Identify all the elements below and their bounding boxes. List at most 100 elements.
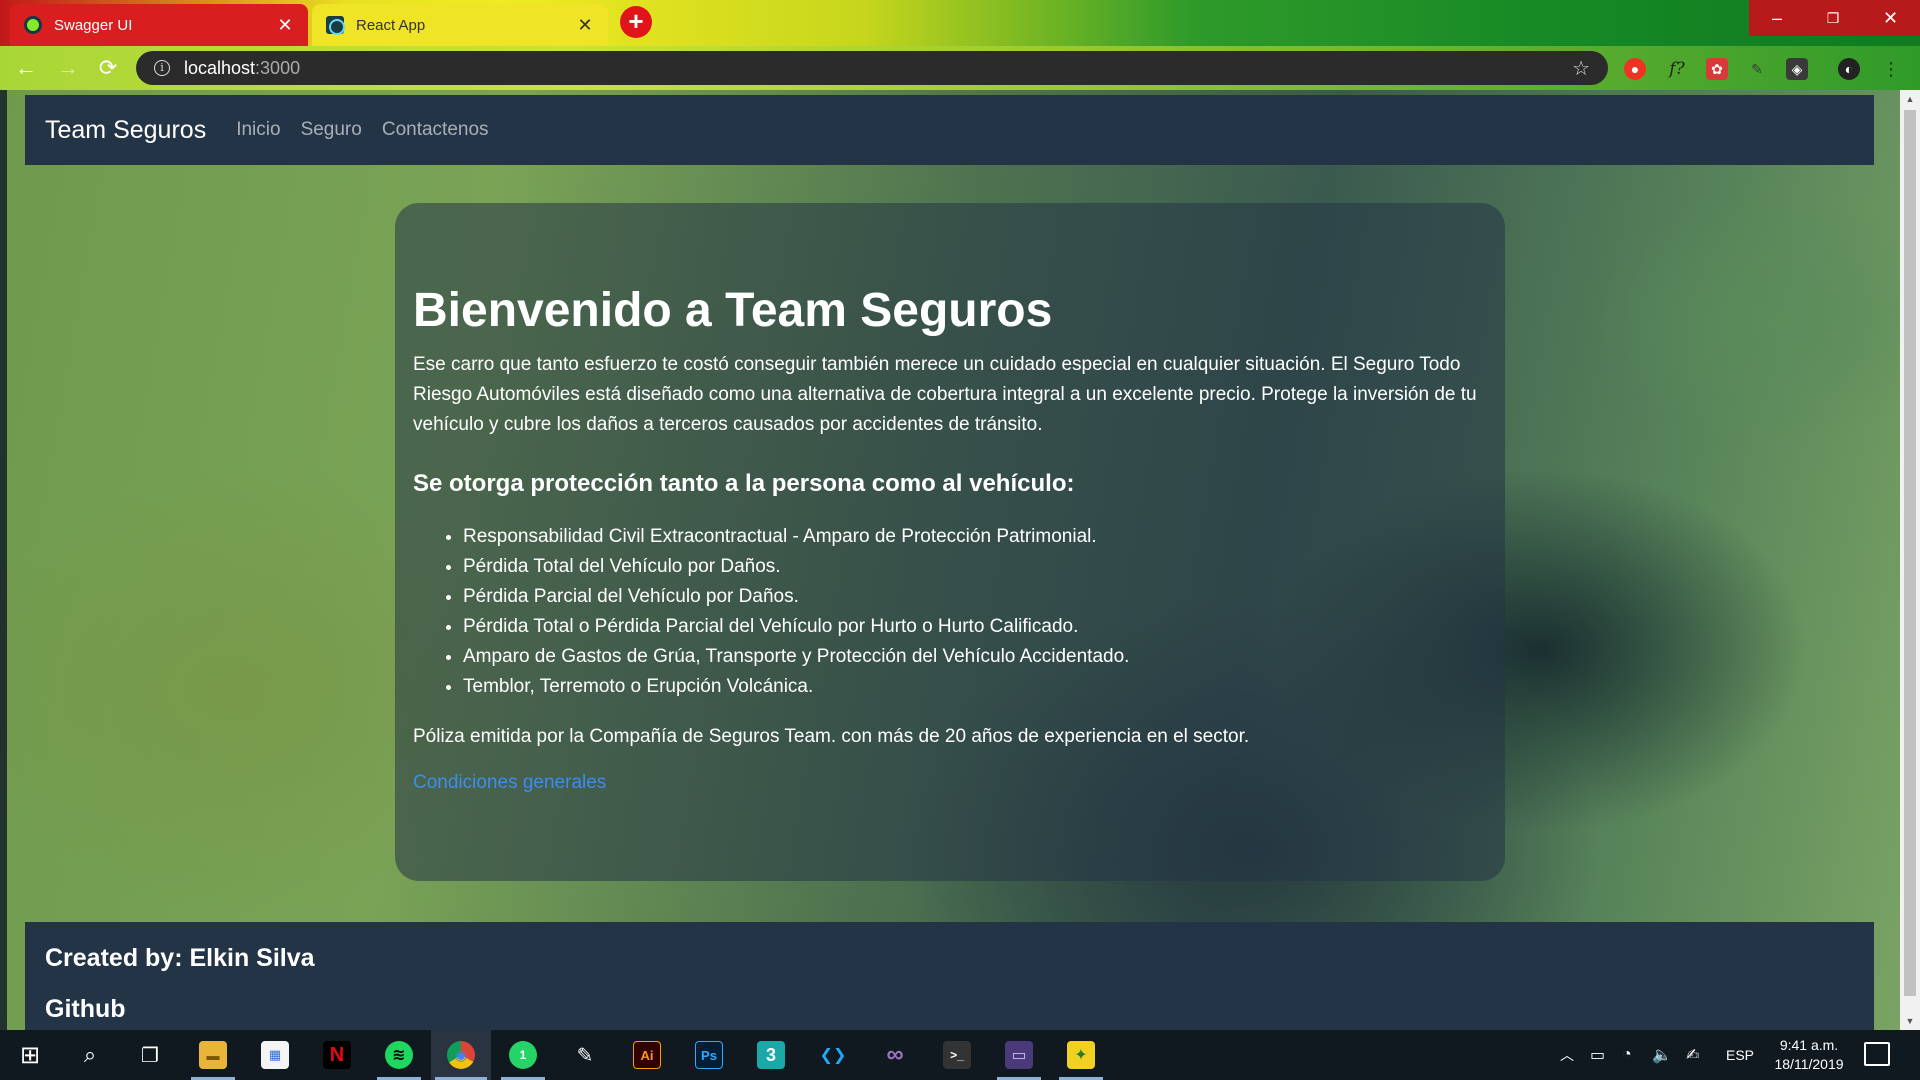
nav-link-inicio[interactable]: Inicio [236, 119, 280, 141]
sticky-tool-icon: ✦ [1067, 1041, 1095, 1069]
volume-icon[interactable]: 🔈 [1652, 1030, 1672, 1080]
taskbar-app[interactable]: >_ [927, 1030, 987, 1080]
url-host: localhost [184, 57, 256, 78]
coverage-subtitle: Se otorga protección tanto a la persona … [413, 470, 1075, 497]
battery-icon[interactable]: ▭ [1590, 1030, 1605, 1080]
react-icon [326, 16, 345, 35]
nav-link-contactenos[interactable]: Contactenos [382, 119, 489, 141]
show-hidden-icons-button[interactable]: ︿ [1560, 1030, 1574, 1080]
hero-title: Bienvenido a Team Seguros [413, 284, 1053, 337]
clock-date: 18/11/2019 [1774, 1056, 1844, 1072]
scrollbar-thumb[interactable] [1904, 110, 1916, 996]
url-port: :3000 [255, 57, 301, 78]
page-edge [0, 90, 7, 1030]
start-button[interactable]: ⊞ [0, 1030, 60, 1080]
taskbar-app[interactable]: ✎ [555, 1030, 615, 1080]
browser-toolbar: ← → ⟳ i localhost :3000 ☆ ● f? ✿ ✎ ◈ ◐ ⋮ [0, 46, 1920, 90]
menu-icon[interactable]: ⋮ [1880, 58, 1902, 80]
taskbar-search-button[interactable]: ⌕ [60, 1030, 120, 1080]
list-item: Pérdida Parcial del Vehículo por Daños. [463, 582, 1487, 612]
tab-close-icon[interactable]: ✕ [276, 15, 294, 36]
puzzle-extension-icon[interactable]: ✿ [1706, 58, 1728, 80]
policy-note: Póliza emitida por la Compañía de Seguro… [413, 726, 1250, 747]
new-tab-button[interactable]: + [620, 6, 652, 38]
chevron-up-icon: ︿ [1560, 1047, 1574, 1063]
swagger-icon [24, 16, 42, 34]
start-icon: ⊞ [19, 1041, 41, 1069]
taskbar-app[interactable]: ▬ [183, 1030, 243, 1080]
tab-react-app[interactable]: React App ✕ [312, 4, 608, 46]
tab-title: Swagger UI [54, 16, 133, 34]
taskbar-app[interactable]: Ps [679, 1030, 739, 1080]
site-navbar: Team Seguros Inicio Seguro Contactenos [25, 95, 1874, 165]
taskbar-app[interactable]: ◉ [431, 1030, 491, 1080]
taskbar-app[interactable]: ▦ [245, 1030, 305, 1080]
tab-swagger-ui[interactable]: Swagger UI ✕ [10, 4, 308, 46]
inkscape-icon: ✎ [576, 1044, 594, 1067]
list-item: Amparo de Gastos de Grúa, Transporte y P… [463, 642, 1487, 672]
photoshop-icon: Ps [695, 1041, 723, 1069]
console-icon: ▭ [1005, 1041, 1033, 1069]
windows-taskbar: ⊞ ⌕ ❐ ▬ ▦ N ≋ ◉ 1 ✎ Ai Ps 3 ❮❯ ∞ >_ ▭ ✦ … [0, 1030, 1920, 1080]
chrome-icon: ◉ [447, 1041, 475, 1069]
bookmark-star-icon[interactable]: ☆ [1572, 56, 1590, 81]
file-explorer-icon: ▬ [199, 1041, 227, 1069]
bulb-extension-icon[interactable]: ◈ [1786, 58, 1808, 80]
system-clock[interactable]: 9:41 a.m. 18/11/2019 [1765, 1036, 1853, 1074]
general-conditions-link[interactable]: Condiciones generales [413, 772, 606, 793]
minimize-button[interactable]: – [1749, 0, 1805, 36]
formula-extension-icon[interactable]: f? [1666, 58, 1688, 80]
visual-studio-icon: ∞ [886, 1041, 904, 1068]
taskbar-app[interactable]: ≋ [369, 1030, 429, 1080]
footer-credit: Created by: Elkin Silva [45, 944, 315, 972]
page-scrollbar[interactable]: ▲ ▼ [1900, 90, 1920, 1030]
action-center-icon[interactable] [1864, 1042, 1890, 1066]
pen-extension-icon[interactable]: ✎ [1746, 58, 1768, 80]
back-icon[interactable]: ← [12, 54, 40, 82]
site-footer: Created by: Elkin Silva Github [25, 922, 1874, 1030]
taskbar-app[interactable]: ❮❯ [803, 1030, 863, 1080]
list-item: Responsabilidad Civil Extracontractual -… [463, 522, 1487, 552]
clock-time: 9:41 a.m. [1779, 1037, 1839, 1053]
taskbar-app[interactable]: 3 [741, 1030, 801, 1080]
tab-close-icon[interactable]: ✕ [576, 15, 594, 36]
task-view-icon: ❐ [141, 1044, 159, 1067]
list-item: Pérdida Total del Vehículo por Daños. [463, 552, 1487, 582]
profile-icon[interactable]: ◐ [1838, 58, 1860, 80]
coverage-list: Responsabilidad Civil Extracontractual -… [413, 522, 1487, 702]
tab-title: React App [356, 16, 426, 34]
list-item: Pérdida Total o Pérdida Parcial del Vehí… [463, 612, 1487, 642]
reload-icon[interactable]: ⟳ [94, 54, 122, 82]
taskbar-app[interactable]: 1 [493, 1030, 553, 1080]
scroll-down-icon[interactable]: ▼ [1900, 1012, 1920, 1030]
taskbar-app[interactable]: Ai [617, 1030, 677, 1080]
spotify-icon: ≋ [385, 1041, 413, 1069]
list-item: Temblor, Terremoto o Erupción Volcánica. [463, 672, 1487, 702]
taskbar-app[interactable]: ∞ [865, 1030, 925, 1080]
wifi-icon[interactable]: ◔ [1622, 1030, 1632, 1080]
illustrator-icon: Ai [633, 1041, 661, 1069]
language-indicator[interactable]: ESP [1726, 1030, 1754, 1080]
close-window-button[interactable]: ✕ [1861, 0, 1920, 36]
scroll-up-icon[interactable]: ▲ [1900, 90, 1920, 108]
task-view-button[interactable]: ❐ [120, 1030, 180, 1080]
terminal-icon: >_ [943, 1041, 971, 1069]
forward-icon[interactable]: → [54, 54, 82, 82]
address-bar[interactable]: i localhost :3000 ☆ [136, 51, 1608, 85]
taskbar-app[interactable]: N [307, 1030, 367, 1080]
pen-workspace-icon[interactable]: ✍ [1686, 1030, 1699, 1080]
site-info-icon[interactable]: i [154, 60, 170, 76]
netflix-icon: N [323, 1041, 351, 1069]
taskbar-app[interactable]: ✦ [1051, 1030, 1111, 1080]
page-viewport: Team Seguros Inicio Seguro Contactenos B… [0, 90, 1900, 1030]
maximize-button[interactable]: ❐ [1805, 0, 1861, 36]
nav-link-seguro[interactable]: Seguro [301, 119, 362, 141]
3dsmax-icon: 3 [757, 1041, 785, 1069]
search-icon: ⌕ [83, 1042, 97, 1067]
brand-logo-text[interactable]: Team Seguros [45, 116, 206, 145]
store-icon: ▦ [261, 1041, 289, 1069]
adblock-icon[interactable]: ● [1624, 58, 1646, 80]
taskbar-app[interactable]: ▭ [989, 1030, 1049, 1080]
github-link[interactable]: Github [45, 995, 1854, 1024]
hero-lead-paragraph: Ese carro que tanto esfuerzo te costó co… [413, 354, 1477, 435]
